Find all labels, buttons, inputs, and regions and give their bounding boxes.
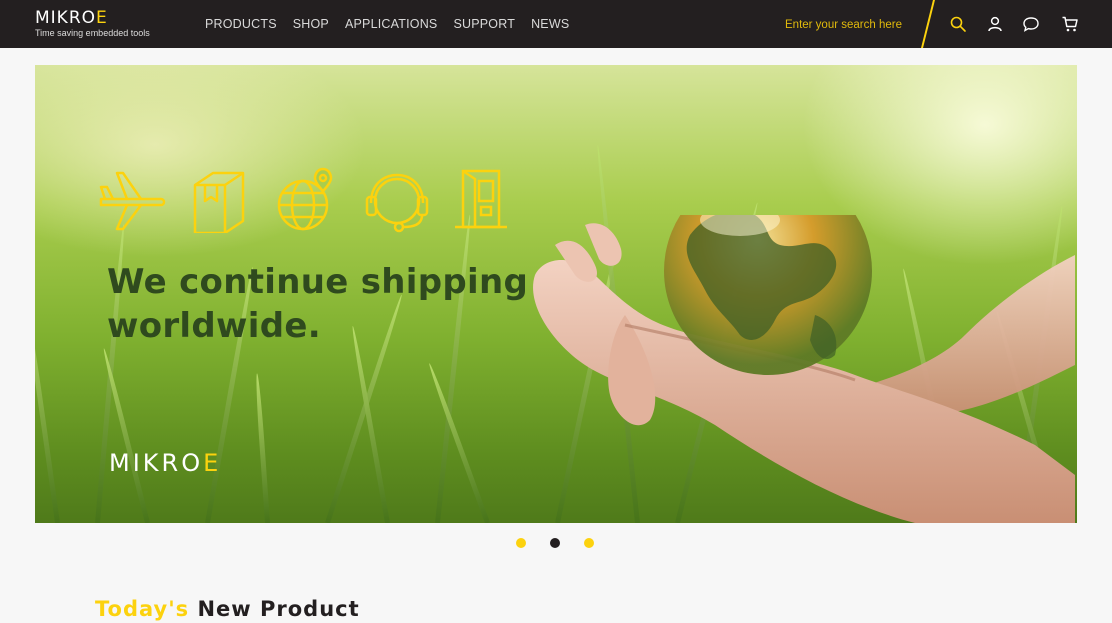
mikroe-logo[interactable]: MIKROE Time saving embedded tools [35,8,151,39]
logo-tagline: Time saving embedded tools [35,28,150,38]
chat-icon[interactable] [1022,15,1040,33]
search-input[interactable] [785,16,915,34]
hands-holding-globe-image [533,215,1075,523]
nav-shop[interactable]: SHOP [293,17,329,31]
hero-mikroe-logo: MIKROE [109,449,222,477]
carousel-dot-3[interactable] [584,538,594,548]
section-title-todays-new-product: Today's New Product [95,597,360,621]
user-icon[interactable] [986,15,1004,33]
nav-products[interactable]: PRODUCTS [205,17,277,31]
hero-banner[interactable]: We continue shipping worldwide. MIKROE [35,65,1077,523]
package-icon [193,171,245,233]
logo-letter-e: E [203,449,222,477]
hero-service-icons [99,167,507,233]
hero-headline: We continue shipping worldwide. [107,262,529,346]
main-nav: PRODUCTS SHOP APPLICATIONS SUPPORT NEWS [205,0,585,48]
logo-wordmark: MIKROE [35,8,108,28]
carousel-dot-2[interactable] [550,538,560,548]
cart-icon[interactable] [1061,15,1079,33]
carousel-dot-1[interactable] [516,538,526,548]
carousel-indicators [516,538,618,548]
door-icon [455,169,507,229]
search-divider [921,0,935,48]
search-icon[interactable] [949,15,967,33]
nav-applications[interactable]: APPLICATIONS [345,17,437,31]
nav-support[interactable]: SUPPORT [453,17,515,31]
airplane-icon [99,171,166,231]
globe-pin-icon [277,167,333,231]
top-navigation-bar: MIKROE Time saving embedded tools PRODUC… [0,0,1112,48]
section-title-highlight: Today's [95,597,190,621]
nav-news[interactable]: NEWS [531,17,569,31]
support-headset-icon [365,173,429,233]
section-title-rest: New Product [197,597,360,621]
logo-letter-e: E [96,8,108,28]
